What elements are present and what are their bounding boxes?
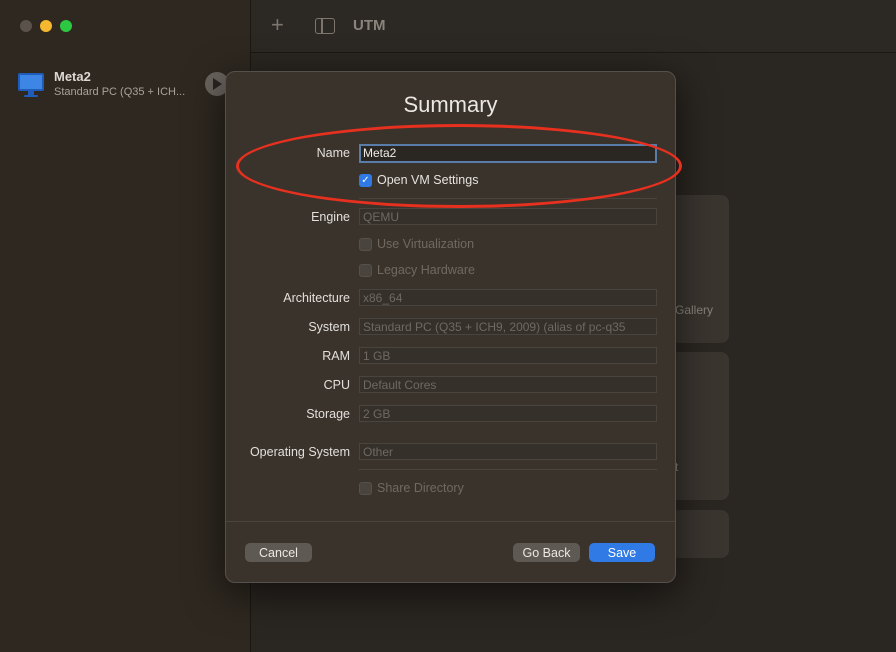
storage-label: Storage: [306, 407, 350, 421]
app-title: UTM: [353, 17, 386, 34]
use-virtualization-checkbox: Use Virtualization: [359, 237, 474, 251]
gallery-card[interactable]: Gallery: [671, 195, 729, 343]
checkmark-icon: ✓: [359, 173, 372, 187]
sidebar-toggle-icon[interactable]: [315, 18, 335, 34]
operating-system-field: Other: [359, 443, 657, 460]
storage-field: 2 GB: [359, 405, 657, 422]
minimize-window-button[interactable]: [40, 20, 52, 32]
architecture-field: x86_64: [359, 289, 657, 306]
play-icon: [213, 78, 222, 90]
footer-divider: [226, 521, 675, 522]
share-directory-label: Share Directory: [377, 481, 464, 495]
checkbox-unchecked-icon: [359, 481, 372, 495]
dialog-title: Summary: [403, 92, 498, 117]
save-button[interactable]: Save: [589, 543, 655, 562]
use-virtualization-label: Use Virtualization: [377, 237, 475, 251]
legacy-hardware-checkbox: Legacy Hardware: [359, 263, 475, 277]
add-icon[interactable]: +: [271, 14, 284, 36]
vm-name: Meta2: [54, 69, 91, 84]
background-card[interactable]: t: [671, 352, 729, 500]
name-input[interactable]: Meta2: [359, 144, 657, 163]
legacy-hardware-label: Legacy Hardware: [377, 263, 475, 277]
go-back-button[interactable]: Go Back: [513, 543, 580, 562]
cpu-label: CPU: [323, 378, 350, 392]
system-label: System: [308, 320, 350, 334]
system-field: Standard PC (Q35 + ICH9, 2009) (alias of…: [359, 318, 657, 335]
engine-label: Engine: [311, 210, 350, 224]
ram-field: 1 GB: [359, 347, 657, 364]
cancel-button[interactable]: Cancel: [245, 543, 312, 562]
open-vm-settings-checkbox[interactable]: ✓ Open VM Settings: [359, 173, 478, 187]
share-directory-checkbox: Share Directory: [359, 481, 464, 495]
divider: [359, 469, 657, 470]
toolbar: + UTM: [251, 0, 896, 53]
window-controls: [20, 20, 72, 32]
checkbox-unchecked-icon: [359, 237, 372, 251]
sidebar: Meta2 Standard PC (Q35 + ICH...: [0, 0, 251, 652]
monitor-icon: [18, 73, 44, 97]
maximize-window-button[interactable]: [60, 20, 72, 32]
open-vm-settings-label: Open VM Settings: [377, 173, 479, 187]
architecture-label: Architecture: [283, 291, 350, 305]
cpu-field: Default Cores: [359, 376, 657, 393]
background-card-bottom[interactable]: [671, 510, 729, 558]
checkbox-unchecked-icon: [359, 263, 372, 277]
gallery-card-label: Gallery: [675, 303, 714, 317]
engine-field: QEMU: [359, 208, 657, 225]
summary-dialog: Summary Name Meta2 ✓ Open VM Settings En…: [225, 71, 676, 583]
name-label: Name: [316, 146, 350, 160]
operating-system-label: Operating System: [249, 445, 350, 459]
ram-label: RAM: [322, 349, 350, 363]
divider: [359, 198, 657, 199]
close-window-button[interactable]: [20, 20, 32, 32]
vm-subtitle: Standard PC (Q35 + ICH...: [54, 86, 186, 98]
